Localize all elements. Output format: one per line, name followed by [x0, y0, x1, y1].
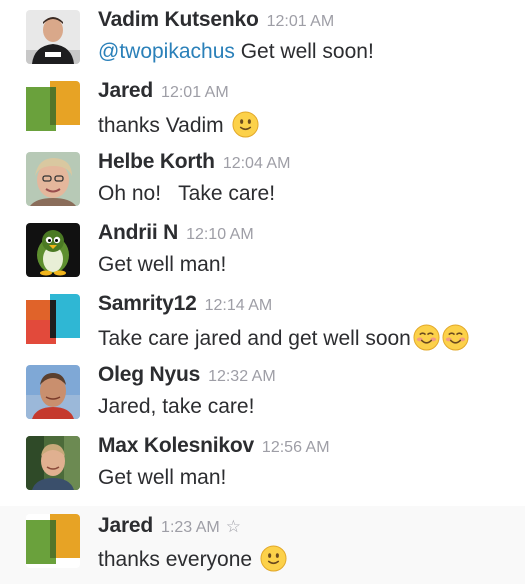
message-text: Take care jared and get well soon — [98, 324, 469, 351]
message-body: Get well man! — [98, 253, 227, 276]
message-text: thanks everyone — [98, 545, 287, 572]
author-name[interactable]: Helbe Korth — [98, 150, 215, 173]
message-row[interactable]: Jared 1:23 AM ☆ thanks everyone — [0, 506, 525, 584]
message-body: Jared, take care! — [98, 395, 255, 418]
timestamp[interactable]: 12:56 AM — [262, 439, 330, 456]
smiling-blush-icon[interactable] — [413, 324, 440, 351]
timestamp[interactable]: 12:32 AM — [208, 368, 276, 385]
message-row[interactable]: Jared 12:01 AM thanks Vadim — [0, 71, 525, 142]
message-text: @twopikachus Get well soon! — [98, 40, 374, 64]
avatar[interactable] — [26, 152, 80, 206]
message-text: Oh no! Take care! — [98, 182, 275, 206]
message-author[interactable]: Jared 12:01 AM — [98, 79, 229, 103]
author-name[interactable]: Vadim Kutsenko — [98, 8, 259, 31]
timestamp[interactable]: 12:10 AM — [186, 226, 254, 243]
smiling-blush-icon[interactable] — [442, 324, 469, 351]
message-text: Get well man! — [98, 466, 226, 490]
author-name[interactable]: Oleg Nyus — [98, 363, 200, 386]
star-icon[interactable]: ☆ — [226, 517, 241, 536]
photo-max-icon — [26, 436, 80, 490]
message-row[interactable]: Max Kolesnikov 12:56 AM Get well man! — [0, 426, 525, 497]
message-author[interactable]: Andrii N 12:10 AM — [98, 221, 254, 245]
message-row[interactable]: Samrity12 12:14 AM Take care jared and ge… — [0, 284, 525, 355]
author-name[interactable]: Andrii N — [98, 221, 178, 244]
message-body: Take care jared and get well soon — [98, 327, 411, 350]
author-name[interactable]: Max Kolesnikov — [98, 434, 254, 457]
timestamp[interactable]: 12:01 AM — [267, 13, 335, 30]
slightly-smiling-icon[interactable] — [231, 111, 259, 138]
message-row[interactable]: Helbe Korth 12:04 AM Oh no! Take care! — [0, 142, 525, 213]
message-row[interactable]: Vadim Kutsenko 12:01 AM @twopikachus Get … — [0, 0, 525, 71]
colorful-squares-icon — [26, 81, 80, 135]
message-text: Get well man! — [98, 253, 226, 277]
avatar[interactable] — [26, 223, 80, 277]
message-author[interactable]: Samrity12 12:14 AM — [98, 292, 272, 316]
slightly-smiling-icon[interactable] — [260, 545, 287, 572]
avatar[interactable] — [26, 294, 80, 348]
message-body: Get well soon! — [234, 40, 374, 63]
avatar[interactable] — [26, 436, 80, 490]
message-author[interactable]: Helbe Korth 12:04 AM — [98, 150, 290, 174]
author-name[interactable]: Samrity12 — [98, 292, 197, 315]
avatar[interactable] — [26, 10, 80, 64]
colorful-squares-icon — [26, 514, 80, 568]
user-mention[interactable]: @twopikachus — [98, 40, 235, 63]
message-text: thanks Vadim — [98, 111, 259, 138]
author-name[interactable]: Jared — [98, 79, 153, 102]
photo-oleg-icon — [26, 365, 80, 419]
message-row[interactable]: Andrii N 12:10 AM Get well man! — [0, 213, 525, 284]
message-author[interactable]: Max Kolesnikov 12:56 AM — [98, 434, 330, 458]
message-row[interactable]: Oleg Nyus 12:32 AM Jared, take care! — [0, 355, 525, 426]
message-text: Jared, take care! — [98, 395, 254, 419]
author-name[interactable]: Jared — [98, 514, 153, 537]
timestamp[interactable]: 12:04 AM — [223, 155, 291, 172]
message-author[interactable]: Vadim Kutsenko 12:01 AM — [98, 8, 334, 32]
colorful-squares-icon — [26, 294, 80, 348]
message-body: Oh no! Take care! — [98, 182, 276, 205]
photo-helbe-icon — [26, 152, 80, 206]
avatar[interactable] — [26, 81, 80, 135]
message-body: thanks Vadim — [98, 114, 230, 137]
message-author[interactable]: Jared 1:23 AM ☆ — [98, 514, 241, 538]
penguin-icon — [26, 223, 80, 277]
avatar[interactable] — [26, 365, 80, 419]
timestamp[interactable]: 1:23 AM — [161, 519, 220, 536]
avatar[interactable] — [26, 514, 80, 568]
message-body: Get well man! — [98, 466, 227, 489]
timestamp[interactable]: 12:01 AM — [161, 84, 229, 101]
message-author[interactable]: Oleg Nyus 12:32 AM — [98, 363, 276, 387]
timestamp[interactable]: 12:14 AM — [205, 297, 273, 314]
photo-vadim-icon — [26, 10, 80, 64]
message-body: thanks everyone — [98, 548, 258, 571]
